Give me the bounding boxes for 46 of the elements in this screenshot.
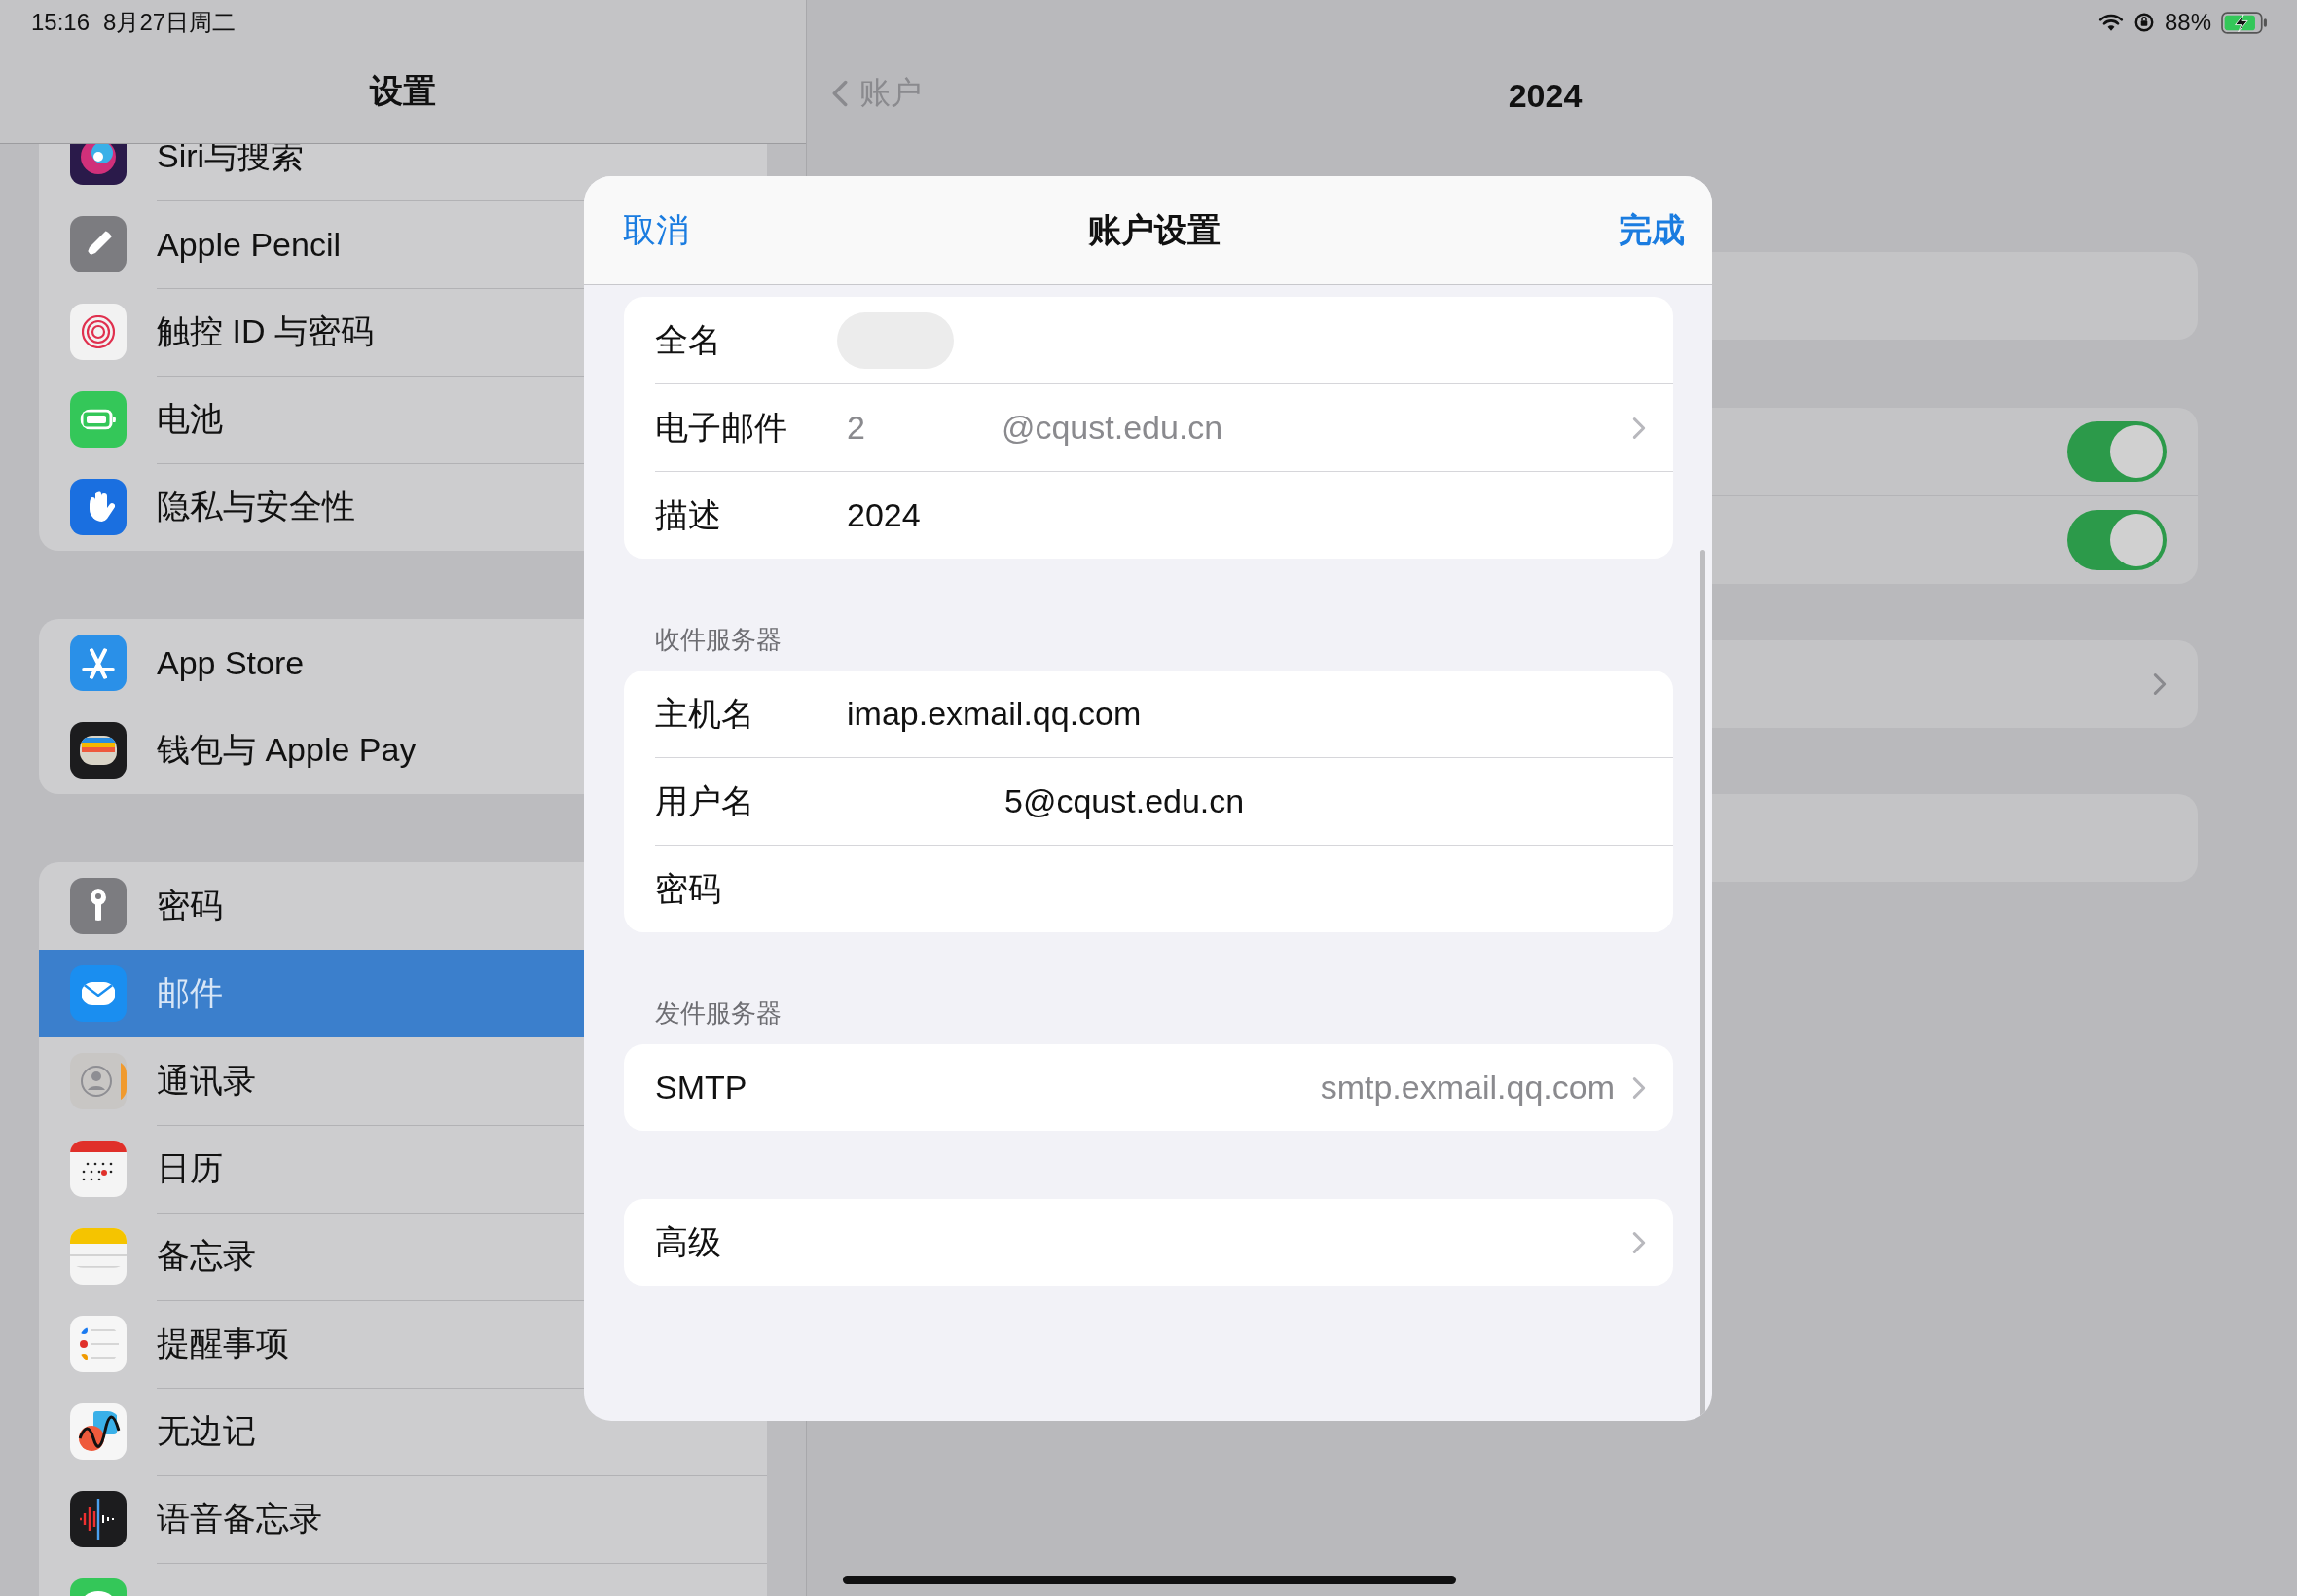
status-time: 15:16 <box>31 9 91 36</box>
field-value[interactable]: 5@cqust.edu.cn <box>1004 782 1245 820</box>
chevron-icon <box>1632 1230 1646 1254</box>
envelope-icon <box>70 965 127 1022</box>
chevron-icon <box>2153 672 2167 696</box>
fingerprint-icon <box>70 304 127 360</box>
battery-icon <box>70 391 127 448</box>
sidebar-item[interactable]: 语音备忘录 <box>39 1475 767 1563</box>
field-label: 电子邮件 <box>655 407 788 448</box>
field-label: 用户名 <box>655 780 755 821</box>
waveform-icon <box>70 1491 127 1547</box>
chevron-icon <box>1632 1075 1646 1100</box>
chevron-icon <box>1632 416 1646 440</box>
detail-value: smtp.exmail.qq.com <box>1320 1069 1615 1106</box>
field-value[interactable]: imap.exmail.qq.com <box>847 695 1142 733</box>
calendar-icon <box>70 1141 127 1197</box>
sidebar-title: 设置 <box>370 71 436 111</box>
sidebar-item[interactable]: 提醒事项 <box>39 1300 767 1388</box>
section-header: 收件服务器 <box>654 624 783 656</box>
pencil-icon <box>70 216 127 272</box>
key-icon <box>70 878 127 934</box>
field-label: 描述 <box>655 494 722 535</box>
field-label: 高级 <box>655 1221 722 1262</box>
notepad-icon <box>70 1228 127 1285</box>
person-icon <box>70 1053 127 1109</box>
hand-icon <box>70 479 127 535</box>
wallet-icon <box>70 722 127 779</box>
battery-charging-icon <box>2221 11 2268 34</box>
field-label: SMTP <box>655 1069 748 1106</box>
status-date: 8月27日周二 <box>103 8 237 37</box>
detail-value: @cqust.edu.cn <box>1001 409 1223 447</box>
wifi-icon <box>2097 13 2124 32</box>
field-label: 全名 <box>655 319 722 360</box>
detail-value: 2 <box>847 409 865 447</box>
page-title: 2024 <box>1508 77 1583 115</box>
orientation-lock-icon <box>2133 12 2155 33</box>
field-value[interactable]: 2024 <box>847 496 921 534</box>
cancel-button[interactable]: 取消 <box>623 207 689 253</box>
modal-title: 账户设置 <box>1087 209 1221 250</box>
scribble-icon <box>70 1403 127 1460</box>
done-button[interactable]: 完成 <box>1619 207 1685 253</box>
battery-percent: 88% <box>2164 9 2211 36</box>
chevron-left-icon <box>832 80 848 107</box>
field-label: 主机名 <box>655 693 755 734</box>
field-label: 密码 <box>655 868 722 909</box>
checklist-icon <box>70 1316 127 1372</box>
